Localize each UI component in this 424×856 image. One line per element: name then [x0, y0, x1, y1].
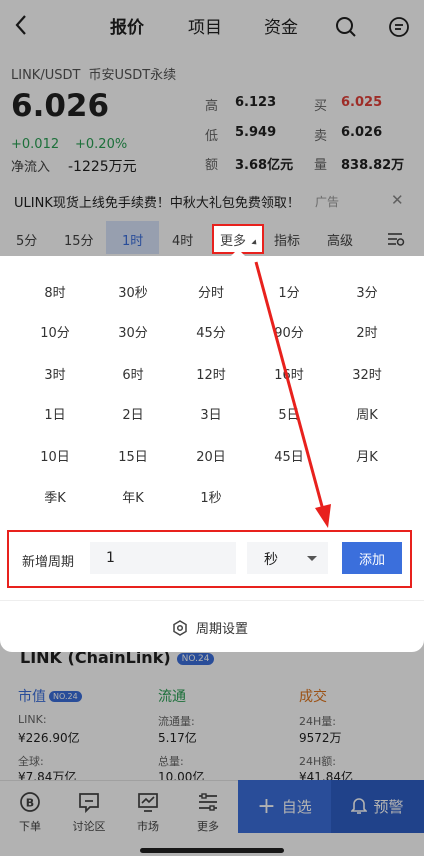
period-option[interactable]: 45分 [171, 322, 251, 341]
period-option[interactable]: 2日 [93, 404, 173, 423]
period-settings-link[interactable]: 周期设置 [172, 618, 248, 637]
period-option[interactable]: 10分 [15, 322, 95, 341]
period-option[interactable]: 3分 [327, 282, 407, 301]
period-option[interactable]: 分时 [171, 282, 251, 301]
period-settings-label: 周期设置 [196, 622, 249, 637]
period-option[interactable]: 季K [15, 487, 95, 506]
period-option[interactable]: 月K [327, 446, 407, 465]
period-option[interactable]: 90分 [249, 322, 329, 341]
annotation-box-add-period [7, 530, 412, 588]
period-option[interactable]: 30分 [93, 322, 173, 341]
period-option[interactable]: 3时 [15, 364, 95, 383]
period-option[interactable]: 32时 [327, 364, 407, 383]
period-option[interactable]: 1分 [249, 282, 329, 301]
period-option[interactable]: 6时 [93, 364, 173, 383]
hexagon-settings-icon [172, 619, 188, 636]
period-option[interactable]: 1秒 [171, 487, 251, 506]
period-option[interactable]: 1日 [15, 404, 95, 423]
period-option[interactable]: 周K [327, 404, 407, 423]
period-option[interactable]: 3日 [171, 404, 251, 423]
period-option[interactable]: 年K [93, 487, 173, 506]
divider [0, 600, 424, 601]
period-option[interactable]: 5日 [249, 404, 329, 423]
period-option[interactable]: 16时 [249, 364, 329, 383]
period-option[interactable]: 10日 [15, 446, 95, 465]
period-option[interactable]: 45日 [249, 446, 329, 465]
period-option[interactable]: 15日 [93, 446, 173, 465]
period-option[interactable]: 30秒 [93, 282, 173, 301]
period-option[interactable]: 12时 [171, 364, 251, 383]
period-option[interactable]: 8时 [15, 282, 95, 301]
period-option[interactable]: 2时 [327, 322, 407, 341]
period-option[interactable]: 20日 [171, 446, 251, 465]
